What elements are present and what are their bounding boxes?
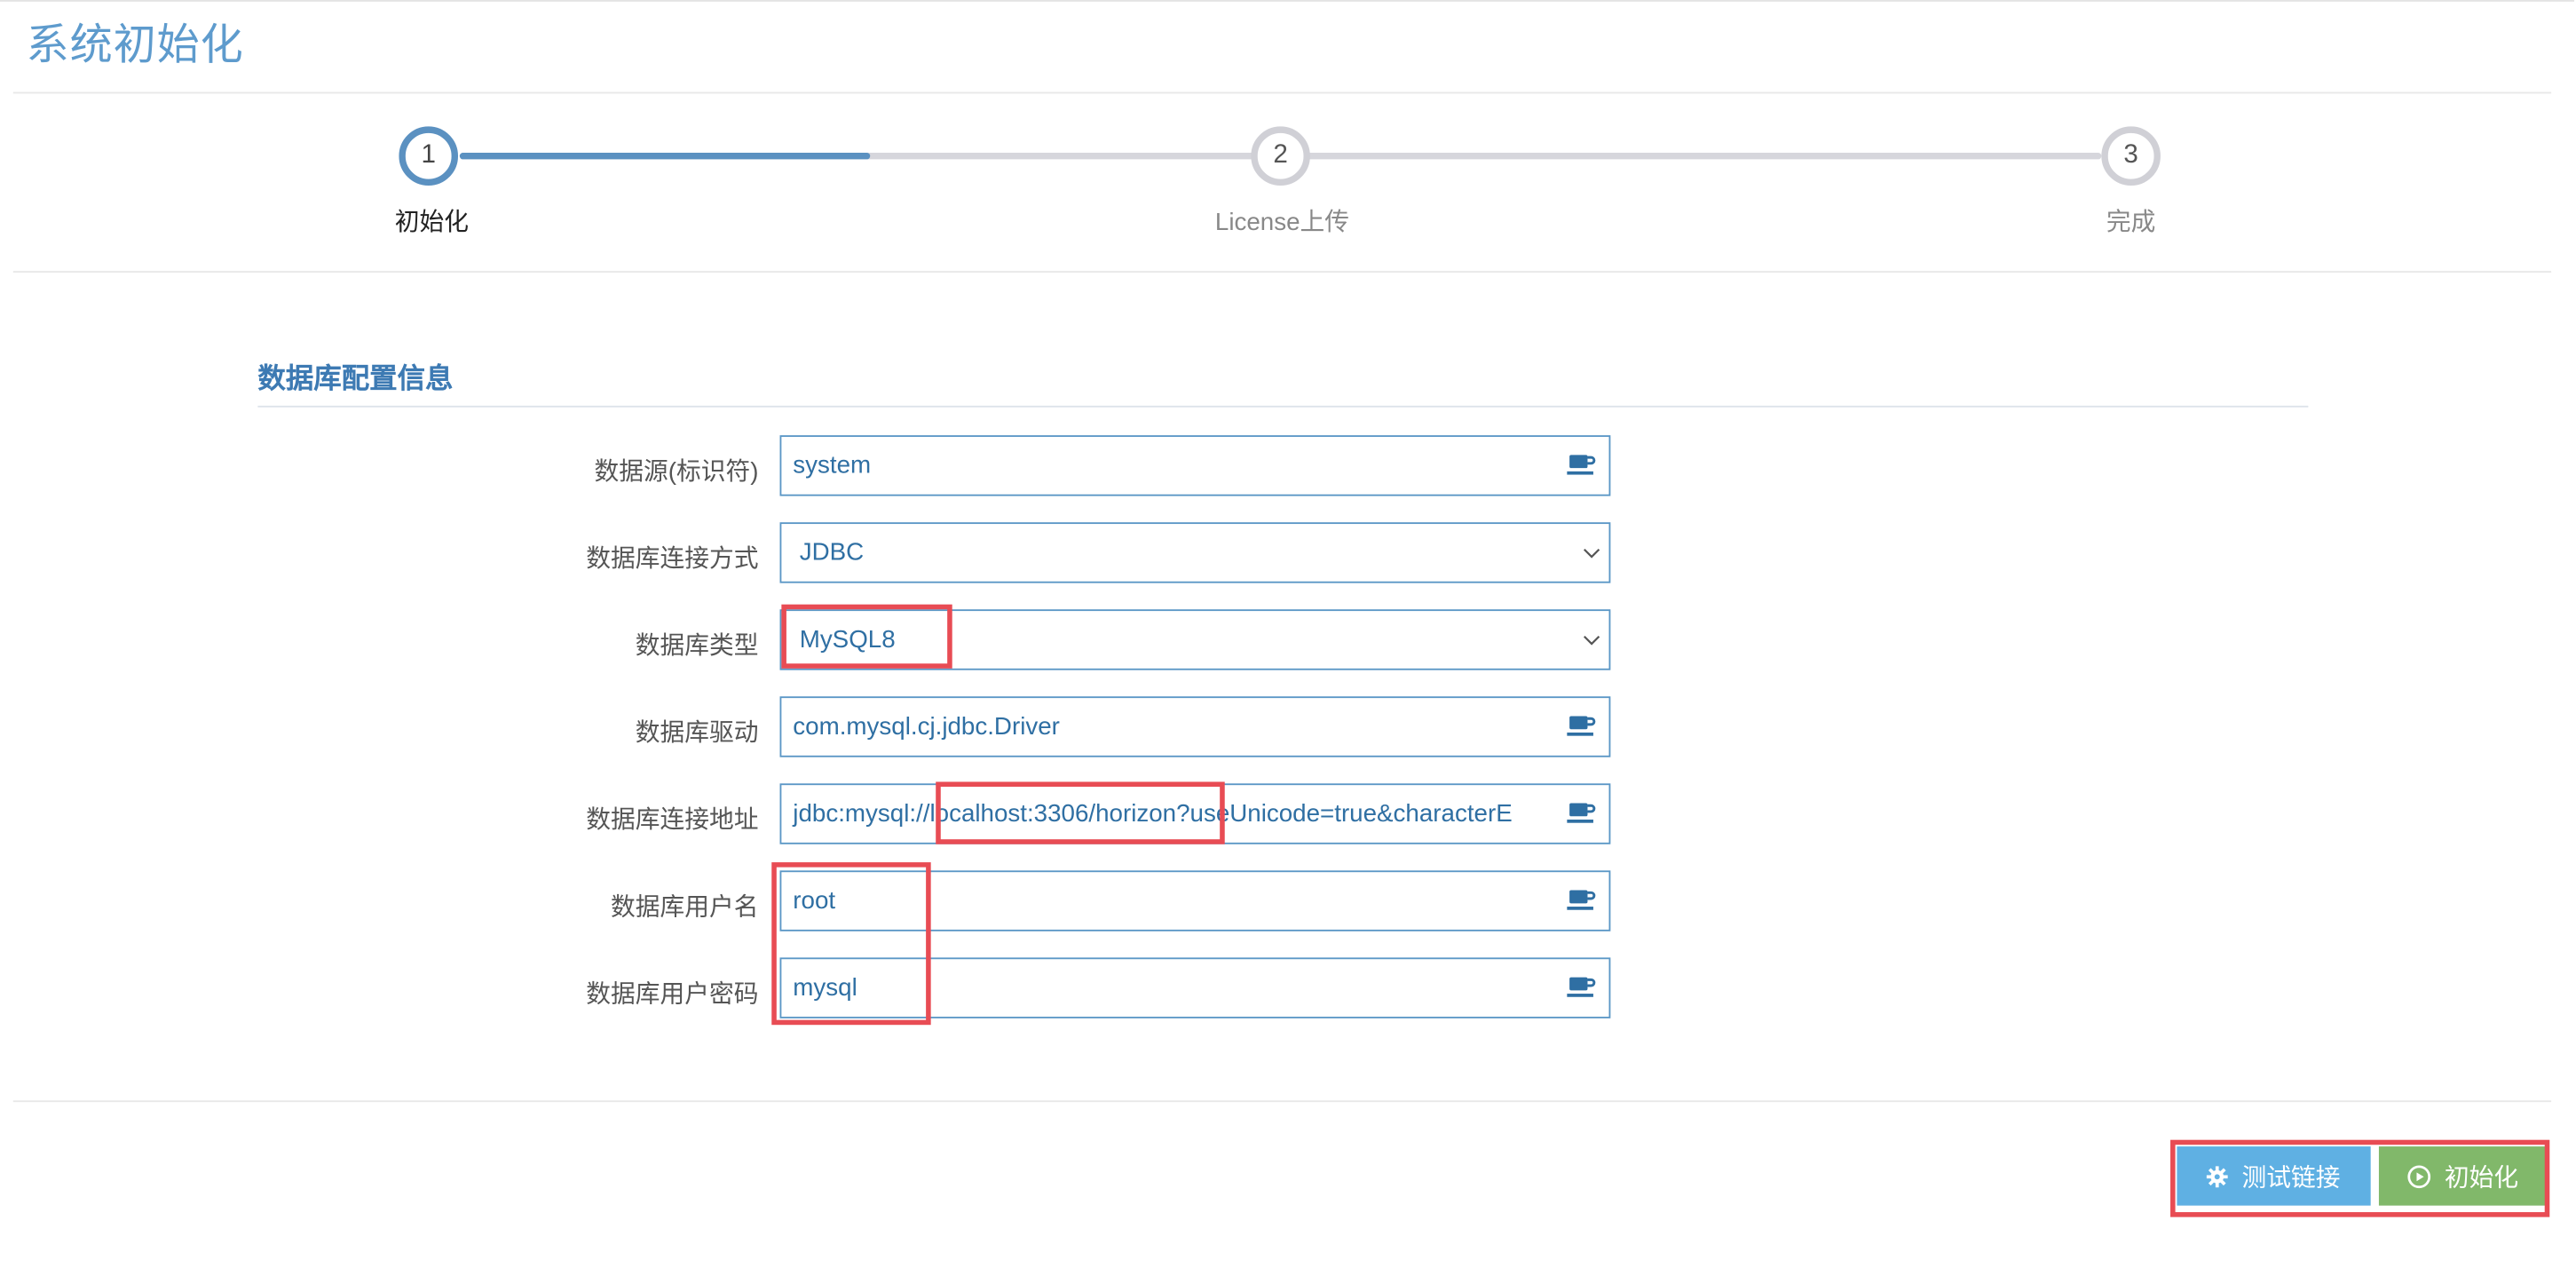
step-1-circle[interactable]: 1 [399,126,459,186]
coffee-cup-icon [1567,890,1596,910]
step-3-number: 3 [2123,141,2138,170]
title-divider [12,91,2552,94]
connection-mode-label: 数据库连接方式 [586,545,759,574]
step-2-number: 2 [1273,141,1288,170]
footer-divider [12,1100,2552,1103]
password-label: 数据库用户密码 [586,980,759,1009]
annotation-url-host [936,781,1225,844]
section-divider [257,405,2309,408]
page-title: 系统初始化 [26,20,244,69]
coffee-cup-icon [1567,455,1596,475]
username-label: 数据库用户名 [610,893,759,922]
driver-label: 数据库驱动 [635,719,759,748]
datasource-input[interactable]: system [781,437,1553,495]
chevron-down-icon [1583,548,1600,559]
step-1-number: 1 [421,141,436,170]
section-title: 数据库配置信息 [257,362,454,394]
step-3-circle[interactable]: 3 [2101,126,2161,186]
datasource-field[interactable]: system [779,435,1611,496]
driver-input[interactable]: com.mysql.cj.jdbc.Driver [781,698,1553,756]
stepper-divider [12,271,2552,273]
page: 系统初始化 1 初始化 2 License上传 3 完成 数据库配置信息 数据源… [0,0,2575,1268]
step-3-label: 完成 [2106,208,2156,237]
db-type-label: 数据库类型 [635,632,759,661]
annotation-buttons [2170,1139,2550,1217]
coffee-cup-icon [1567,977,1596,997]
connection-mode-select[interactable]: JDBC [779,522,1611,583]
datasource-label: 数据源(标识符) [594,458,759,487]
driver-field[interactable]: com.mysql.cj.jdbc.Driver [779,696,1611,757]
step-1-label: 初始化 [394,208,470,237]
annotation-credentials [771,862,931,1026]
connection-mode-value: JDBC [799,538,865,567]
annotation-db-type [781,604,952,669]
url-label: 数据库连接地址 [586,806,759,835]
step-2-circle[interactable]: 2 [1251,126,1310,186]
step-progress-fill [459,153,871,160]
step-2-label: License上传 [1214,208,1349,237]
coffee-cup-icon [1567,716,1596,736]
coffee-cup-icon [1567,803,1596,823]
top-border [0,0,2575,2]
chevron-down-icon [1583,635,1600,646]
